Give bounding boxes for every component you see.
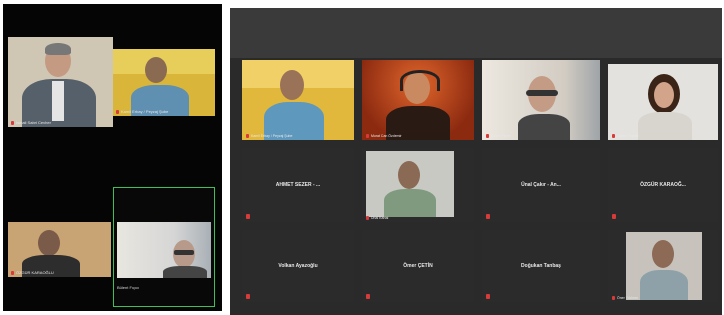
participant-tile-r2c4[interactable]: ÖZGÜR KARAOĞ... (608, 148, 718, 222)
participant-video (113, 49, 215, 116)
participant-name: Kamil Erbay / Peyzaj Şube (246, 134, 292, 138)
participant-video (626, 232, 702, 300)
window-top-area (230, 8, 722, 58)
mic-muted-icon (486, 214, 490, 219)
participant-tile-r3c4[interactable]: Öner Yıldırım (608, 230, 718, 302)
participant-tile-r2c2[interactable]: Ünal Kartal (362, 148, 474, 222)
participant-tile-r1c4[interactable]: Özlem Toprak (608, 64, 718, 140)
participant-name: Ömer ÇETİN (403, 263, 433, 270)
participant-name: AHMET SEZER - ... (275, 182, 321, 189)
participant-name: Kamil Erbay / Peyzaj Şube (116, 109, 168, 115)
mic-muted-icon (366, 216, 369, 220)
participant-tile-1[interactable]: İsmail Sabri Cevher (8, 37, 113, 127)
participant-tile-3[interactable]: ÖZGÜR KARAOĞLU (8, 222, 111, 277)
mic-muted-icon (612, 134, 615, 138)
participant-name: ÖZGÜR KARAOĞLU (11, 270, 54, 276)
participant-name: Öner Yıldırım (612, 296, 638, 300)
mic-muted-icon (246, 214, 250, 219)
participant-name: ÖZGÜR KARAOĞ... (640, 182, 686, 189)
mic-muted-icon (612, 296, 615, 300)
participant-name: Volkan Ayazoğlu (278, 263, 318, 270)
mic-muted-icon (11, 120, 14, 125)
mic-muted-icon (366, 294, 370, 299)
participant-tile-4-active[interactable]: Bülent Fıçıcı (113, 187, 215, 307)
participant-tile-r1c1[interactable]: Kamil Erbay / Peyzaj Şube (242, 60, 354, 140)
participant-name: Bülent Fıçıcı (486, 134, 510, 138)
participant-name: Özlem Toprak (612, 134, 639, 138)
participant-grid: Kamil Erbay / Peyzaj Şube Murat Can Özde… (236, 60, 722, 310)
participant-tile-r2c1[interactable]: AHMET SEZER - ... (242, 148, 354, 222)
mic-muted-icon (246, 134, 249, 138)
participant-video (8, 37, 113, 127)
participant-name: Bülent Fıçıcı (117, 285, 140, 290)
participant-video (366, 151, 454, 217)
participant-name: Ünal Kartal (366, 216, 388, 220)
participant-name: Murat Can Özdemir (366, 134, 402, 138)
participant-video (362, 60, 474, 140)
participant-video (242, 60, 354, 140)
right-meeting-window: Kamil Erbay / Peyzaj Şube Murat Can Özde… (230, 8, 722, 315)
left-meeting-window: İsmail Sabri Cevher Kamil Erbay / Peyzaj… (3, 4, 222, 311)
participant-tile-r1c3-active[interactable]: Bülent Fıçıcı (482, 60, 600, 140)
mic-muted-icon (486, 294, 490, 299)
mic-muted-icon (246, 294, 250, 299)
participant-tile-r3c3[interactable]: Doğukan Tanbaş (482, 230, 600, 302)
mic-muted-icon (366, 134, 369, 138)
participant-video (608, 64, 718, 140)
participant-tile-r3c2[interactable]: Ömer ÇETİN (362, 230, 474, 302)
participant-name: Ünal Çakır - An... (521, 182, 561, 189)
participant-name: İsmail Sabri Cevher (11, 120, 51, 126)
participant-tile-r1c2[interactable]: Murat Can Özdemir (362, 60, 474, 140)
participant-tile-r2c3[interactable]: Ünal Çakır - An... (482, 148, 600, 222)
mic-muted-icon (116, 109, 119, 114)
participant-video (482, 60, 600, 140)
participant-video (117, 222, 211, 278)
participant-name: Doğukan Tanbaş (521, 263, 561, 270)
participant-tile-r3c1[interactable]: Volkan Ayazoğlu (242, 230, 354, 302)
mic-muted-icon (612, 214, 616, 219)
participant-video (8, 222, 111, 277)
participant-tile-2[interactable]: Kamil Erbay / Peyzaj Şube (113, 49, 215, 116)
mic-muted-icon (11, 270, 14, 275)
mic-muted-icon (486, 134, 489, 138)
